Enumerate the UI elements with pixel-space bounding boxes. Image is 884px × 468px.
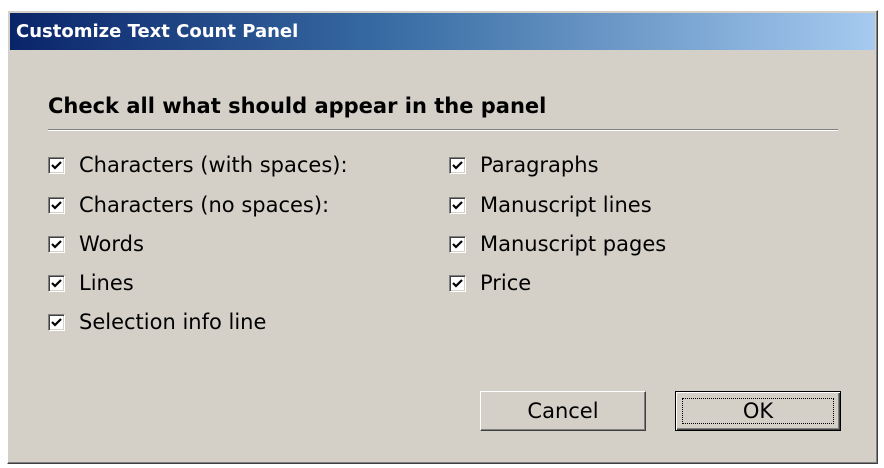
checkmark-icon — [452, 278, 463, 288]
checkbox-manuscript-pages[interactable]: Manuscript pages — [449, 231, 666, 257]
checkmark-icon — [51, 278, 62, 288]
checkbox-label: Words — [79, 232, 144, 256]
checkbox-label: Characters (no spaces): — [79, 193, 330, 217]
checkbox-box[interactable] — [449, 196, 466, 214]
customize-text-count-dialog: Customize Text Count Panel Check all wha… — [7, 10, 878, 464]
checkmark-icon — [51, 317, 62, 327]
checkbox-price[interactable]: Price — [449, 270, 531, 296]
checkmark-icon — [51, 239, 62, 249]
checkbox-label: Characters (with spaces): — [79, 153, 348, 177]
window-title: Customize Text Count Panel — [16, 21, 299, 42]
checkbox-label: Paragraphs — [480, 153, 599, 177]
panel-heading: Check all what should appear in the pane… — [48, 94, 547, 118]
checkbox-manuscript-lines[interactable]: Manuscript lines — [449, 192, 652, 218]
checkbox-label: Manuscript pages — [480, 232, 667, 256]
checkbox-box[interactable] — [449, 235, 466, 253]
heading-separator — [48, 129, 838, 131]
checkbox-label: Price — [480, 271, 532, 295]
checkbox-label: Selection info line — [79, 310, 267, 334]
checkbox-label: Lines — [79, 271, 134, 295]
checkmark-icon — [452, 160, 463, 170]
checkbox-paragraphs[interactable]: Paragraphs — [449, 152, 599, 178]
checkbox-box[interactable] — [449, 156, 466, 174]
checkbox-box[interactable] — [48, 196, 65, 214]
checkbox-box[interactable] — [48, 156, 65, 174]
ok-button-label: OK — [742, 399, 774, 423]
cancel-button-label: Cancel — [527, 399, 599, 423]
checkbox-box[interactable] — [48, 313, 65, 331]
checkmark-icon — [51, 200, 62, 210]
title-bar[interactable]: Customize Text Count Panel — [10, 13, 875, 50]
checkmark-icon — [51, 160, 62, 170]
checkmark-icon — [452, 239, 463, 249]
checkbox-box[interactable] — [449, 274, 466, 292]
ok-button[interactable]: OK — [675, 391, 841, 431]
checkbox-characters-with-spaces[interactable]: Characters (with spaces): — [48, 152, 348, 178]
checkbox-lines[interactable]: Lines — [48, 270, 134, 296]
cancel-button[interactable]: Cancel — [480, 391, 646, 431]
checkbox-box[interactable] — [48, 274, 65, 292]
checkbox-label: Manuscript lines — [480, 193, 652, 217]
checkbox-box[interactable] — [48, 235, 65, 253]
checkbox-characters-no-spaces[interactable]: Characters (no spaces): — [48, 192, 329, 218]
checkmark-icon — [452, 200, 463, 210]
checkbox-selection-info-line[interactable]: Selection info line — [48, 309, 266, 335]
checkbox-words[interactable]: Words — [48, 231, 144, 257]
